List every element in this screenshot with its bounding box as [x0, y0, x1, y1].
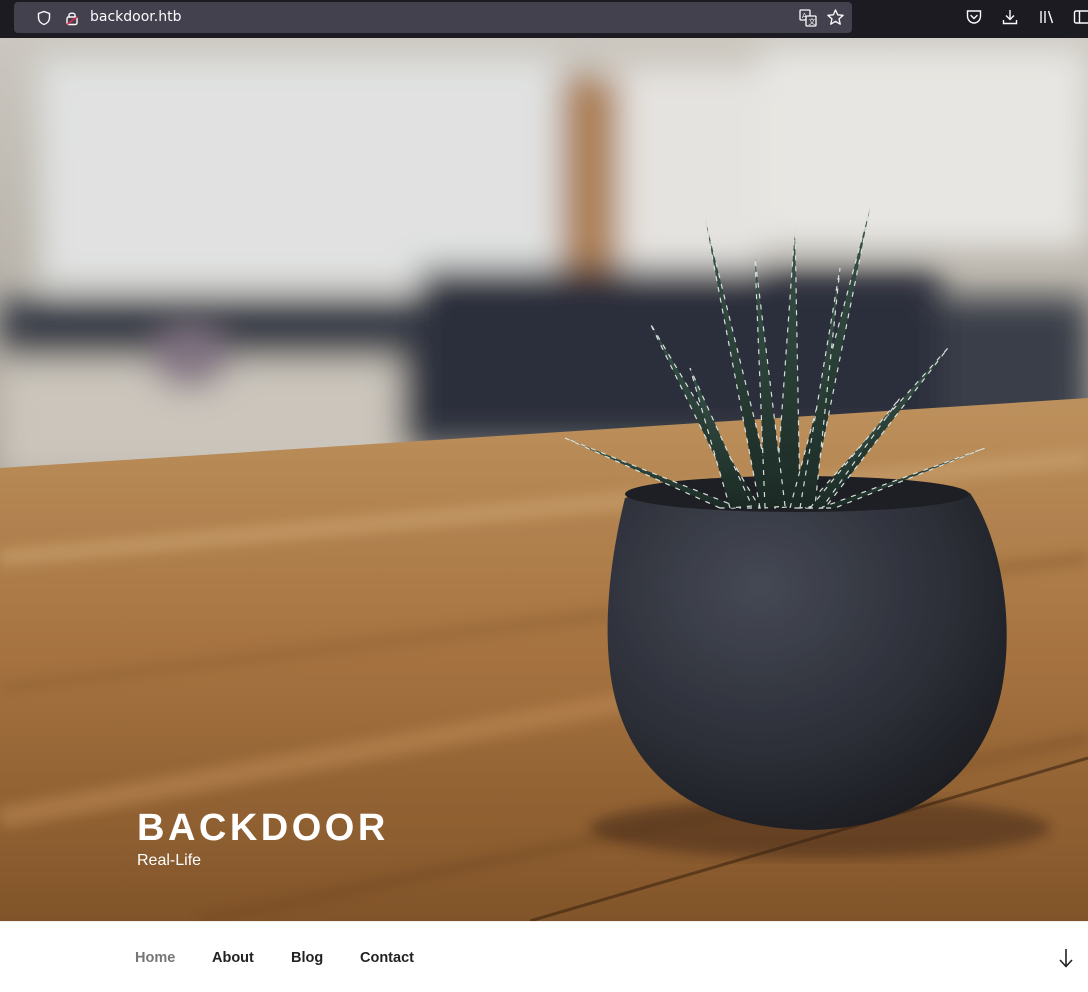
nav-item-blog[interactable]: Blog: [291, 949, 323, 967]
lock-icon[interactable]: [64, 10, 80, 26]
sidebar-icon[interactable]: [1073, 8, 1088, 26]
download-icon[interactable]: [1001, 8, 1019, 26]
bookmark-star-icon[interactable]: [826, 8, 845, 27]
url-text[interactable]: backdoor.htb: [90, 9, 181, 26]
url-bar[interactable]: backdoor.htb A 文: [14, 2, 852, 33]
main-navigation: Home About Blog Contact: [0, 921, 1088, 992]
nav-item-about[interactable]: About: [212, 949, 254, 967]
shield-icon[interactable]: [36, 10, 52, 26]
site-tagline: Real-Life: [137, 852, 202, 869]
nav-item-home[interactable]: Home: [135, 949, 175, 967]
nav-item-contact[interactable]: Contact: [360, 949, 414, 967]
browser-toolbar: backdoor.htb A 文: [0, 0, 1088, 38]
pocket-icon[interactable]: [965, 8, 983, 26]
library-icon[interactable]: [1038, 8, 1056, 26]
hero-header: BACKDOOR Real-Life: [0, 38, 1088, 921]
translate-icon[interactable]: A 文: [799, 9, 817, 27]
hero-image: [0, 38, 1088, 921]
svg-text:文: 文: [809, 17, 816, 26]
svg-text:A: A: [802, 12, 807, 20]
site-title[interactable]: BACKDOOR: [137, 806, 389, 850]
arrow-down-icon[interactable]: [1057, 948, 1075, 968]
